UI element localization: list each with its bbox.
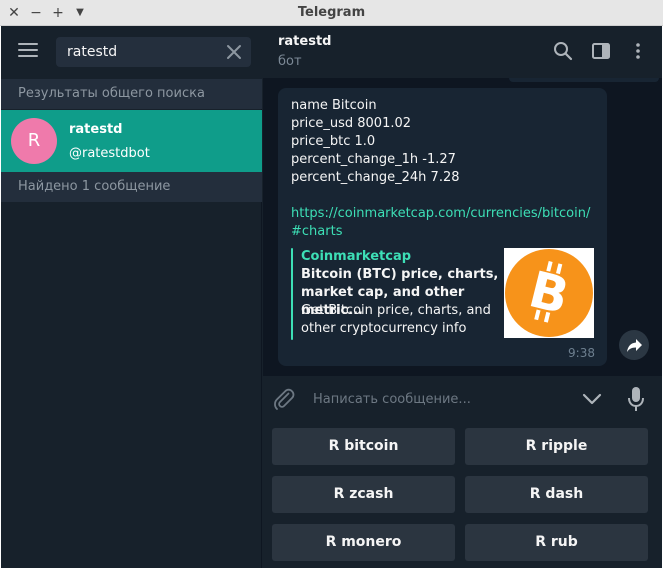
keyboard-button-ripple[interactable]: R ripple bbox=[465, 428, 648, 465]
clear-search-icon[interactable] bbox=[225, 43, 243, 61]
attach-icon[interactable] bbox=[272, 387, 296, 411]
forward-message-button[interactable] bbox=[619, 330, 649, 360]
chat-title[interactable]: ratestd bbox=[278, 34, 331, 49]
microphone-icon[interactable] bbox=[626, 385, 646, 413]
hamburger-menu-icon[interactable] bbox=[18, 43, 38, 59]
chat-panel: ratestd бот name Bitcoin price_usd 8001.… bbox=[263, 26, 662, 568]
message-line: percent_change_1h -1.27 bbox=[291, 152, 456, 167]
minimize-window-button[interactable]: − bbox=[25, 0, 47, 26]
preview-site-name: Coinmarketcap bbox=[301, 249, 412, 264]
previous-message-edge bbox=[509, 78, 659, 82]
sidebar-toggle-icon[interactable] bbox=[590, 40, 612, 62]
chevron-down-icon[interactable] bbox=[581, 389, 603, 409]
link-preview[interactable]: Coinmarketcap Bitcoin (BTC) price, chart… bbox=[291, 248, 594, 340]
message-input[interactable] bbox=[313, 384, 563, 414]
more-options-icon[interactable] bbox=[627, 40, 649, 62]
left-panel: Результаты общего поиска R ratestd @rate… bbox=[1, 26, 262, 568]
message-line: price_btc 1.0 bbox=[291, 134, 376, 149]
keyboard-button-bitcoin[interactable]: R bitcoin bbox=[272, 428, 455, 465]
maximize-window-button[interactable]: + bbox=[47, 0, 69, 26]
message-line: name Bitcoin bbox=[291, 98, 377, 113]
window-menu-button[interactable]: ▼ bbox=[69, 0, 91, 26]
keyboard-button-zcash[interactable]: R zcash bbox=[272, 476, 455, 513]
chat-result-ratestd[interactable]: R ratestd @ratestdbot bbox=[1, 110, 262, 172]
preview-thumbnail[interactable]: B bbox=[504, 248, 594, 338]
search-input[interactable] bbox=[67, 37, 217, 67]
message-bubble[interactable]: name Bitcoin price_usd 8001.02 price_btc… bbox=[278, 88, 607, 366]
search-icon[interactable] bbox=[552, 40, 574, 62]
message-time: 9:38 bbox=[568, 346, 595, 360]
keyboard-button-rub[interactable]: R rub bbox=[465, 524, 648, 561]
preview-accent-bar bbox=[291, 248, 293, 340]
avatar: R bbox=[11, 118, 57, 164]
bitcoin-logo-icon: B bbox=[505, 249, 593, 337]
app-window: Результаты общего поиска R ratestd @rate… bbox=[1, 26, 662, 568]
chat-header: ratestd бот bbox=[263, 26, 662, 78]
message-link[interactable]: https://coinmarketcap.com/currencies/bit… bbox=[291, 205, 596, 241]
message-line: percent_change_24h 7.28 bbox=[291, 170, 460, 185]
found-messages-label: Найдено 1 сообщение bbox=[1, 172, 262, 202]
keyboard-button-dash[interactable]: R dash bbox=[465, 476, 648, 513]
keyboard-button-monero[interactable]: R monero bbox=[272, 524, 455, 561]
global-search-label: Результаты общего поиска bbox=[1, 79, 262, 109]
message-text: name Bitcoin price_usd 8001.02 price_btc… bbox=[291, 97, 596, 187]
chat-username: @ratestdbot bbox=[69, 146, 150, 161]
title-bar: ✕ − + ▼ Telegram bbox=[0, 0, 663, 26]
messages-area[interactable]: name Bitcoin price_usd 8001.02 price_btc… bbox=[263, 78, 662, 376]
search-box[interactable] bbox=[56, 37, 251, 67]
close-window-button[interactable]: ✕ bbox=[3, 0, 25, 26]
message-line: price_usd 8001.02 bbox=[291, 116, 412, 131]
chat-status: бот bbox=[278, 54, 302, 69]
message-composer bbox=[263, 376, 662, 422]
bot-keyboard: R bitcoin R ripple R zcash R dash R mone… bbox=[263, 422, 662, 568]
window-title: Telegram bbox=[297, 5, 366, 20]
preview-description: Get Bitcoin price, charts, and other cry… bbox=[301, 303, 491, 336]
forward-arrow-icon bbox=[627, 339, 642, 352]
left-header bbox=[1, 26, 262, 79]
chat-name: ratestd bbox=[69, 122, 123, 137]
